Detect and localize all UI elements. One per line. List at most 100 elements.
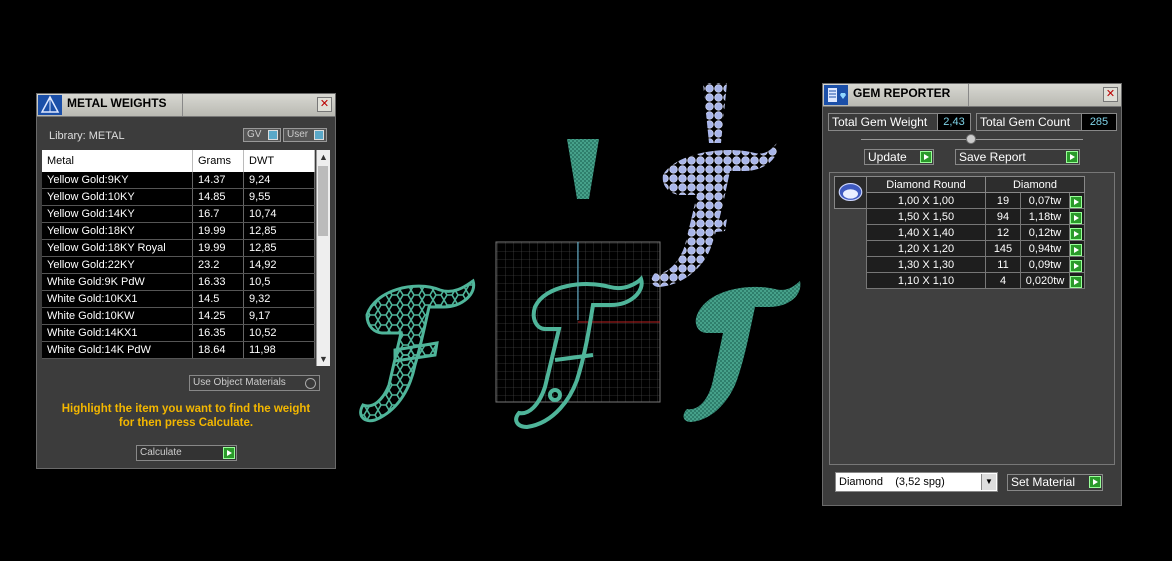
play-icon[interactable] (1070, 275, 1082, 288)
play-icon[interactable] (1089, 476, 1101, 488)
scrollbar-thumb[interactable] (318, 166, 328, 236)
metal-table: Metal Grams DWT Yellow Gold:9KY 14.37 9,24… (42, 150, 315, 359)
radio-icon[interactable] (305, 378, 316, 389)
metal-cell-metal: White Gold:9K PdW (42, 273, 193, 291)
gem-table-row[interactable]: 1,30 X 1,30 11 0,09tw (866, 256, 1085, 273)
metal-cell-dwt: 10,74 (243, 205, 315, 223)
gem-reporter-titlebar[interactable]: GEM REPORTER ✕ (823, 84, 1121, 107)
play-icon[interactable] (1070, 227, 1082, 240)
gem-cell-weight: 0,07tw (1020, 192, 1070, 209)
metal-weights-title: METAL WEIGHTS (67, 96, 167, 110)
gem-row-select-cell (1069, 192, 1085, 209)
scroll-up-icon[interactable]: ▲ (317, 150, 330, 164)
metal-table-row[interactable]: White Gold:14K PdW 18.64 11,98 (42, 341, 315, 359)
gem-cell-count: 11 (985, 256, 1021, 273)
metal-cell-dwt: 14,92 (243, 256, 315, 274)
gem-cell-size: 1,10 X 1,10 (866, 272, 986, 289)
play-icon[interactable] (1070, 195, 1082, 208)
play-icon[interactable] (1070, 243, 1082, 256)
metal-cell-grams: 16.33 (192, 273, 244, 291)
3d-viewport[interactable] (345, 75, 805, 435)
bail-pave-gems (703, 83, 727, 143)
gem-cell-weight: 0,12tw (1020, 224, 1070, 241)
gem-cell-count: 94 (985, 208, 1021, 225)
play-icon[interactable] (1070, 211, 1082, 224)
gem-cell-weight: 0,94tw (1020, 240, 1070, 257)
gem-table-row[interactable]: 1,00 X 1,00 19 0,07tw (866, 192, 1085, 209)
metal-weights-titlebar[interactable]: METAL WEIGHTS ✕ (37, 94, 335, 117)
metal-table-row[interactable]: Yellow Gold:18KY Royal 19.99 12,85 (42, 239, 315, 257)
set-material-label: Set Material (1011, 475, 1076, 489)
gem-table-row[interactable]: 1,50 X 1,50 94 1,18tw (866, 208, 1085, 225)
metal-table-row[interactable]: Yellow Gold:14KY 16.7 10,74 (42, 205, 315, 223)
col-diamond-round[interactable]: Diamond Round (866, 176, 986, 193)
metal-table-row[interactable]: Yellow Gold:9KY 14.37 9,24 (42, 172, 315, 189)
metal-table-row[interactable]: White Gold:10KW 14.25 9,17 (42, 307, 315, 325)
gem-cell-size: 1,20 X 1,20 (866, 240, 986, 257)
metal-cell-grams: 14.37 (192, 172, 244, 189)
pave-diamond-f-model (651, 143, 778, 287)
metal-cell-dwt: 11,98 (243, 341, 315, 359)
metal-cell-grams: 18.64 (192, 341, 244, 359)
metal-weights-close-icon[interactable]: ✕ (317, 97, 332, 112)
metal-cell-grams: 14.5 (192, 290, 244, 308)
metal-cell-metal: Yellow Gold:18KY Royal (42, 239, 193, 257)
instruction-line-1: Highlight the item you want to find the … (61, 403, 311, 415)
gem-reporter-close-icon[interactable]: ✕ (1103, 87, 1118, 102)
metal-table-row[interactable]: White Gold:10KX1 14.5 9,32 (42, 290, 315, 308)
bail-mesh-small (567, 139, 599, 199)
metal-cell-dwt: 9,24 (243, 172, 315, 189)
metal-cell-metal: Yellow Gold:22KY (42, 256, 193, 274)
scroll-down-icon[interactable]: ▼ (317, 352, 330, 366)
metal-cell-dwt: 12,85 (243, 222, 315, 240)
metal-table-row[interactable]: Yellow Gold:10KY 14.85 9,55 (42, 188, 315, 206)
gem-reporter-title: GEM REPORTER (853, 86, 951, 100)
dropdown-arrow-icon[interactable]: ▼ (981, 474, 996, 490)
gem-cell-size: 1,40 X 1,40 (866, 224, 986, 241)
play-icon[interactable] (1070, 259, 1082, 272)
play-icon[interactable] (223, 447, 235, 459)
metal-table-row[interactable]: Yellow Gold:18KY 19.99 12,85 (42, 222, 315, 240)
col-diamond[interactable]: Diamond (985, 176, 1085, 193)
total-gem-weight-label: Total Gem Weight (828, 113, 938, 131)
gem-table-row[interactable]: 1,40 X 1,40 12 0,12tw (866, 224, 1085, 241)
title-divider (968, 84, 969, 106)
col-metal[interactable]: Metal (42, 150, 193, 172)
metal-table-row[interactable]: Yellow Gold:22KY 23.2 14,92 (42, 256, 315, 274)
metal-cell-metal: Yellow Gold:18KY (42, 222, 193, 240)
library-label: Library: METAL (49, 130, 125, 142)
gv-toggle[interactable]: GV (243, 128, 281, 142)
metal-table-scrollbar[interactable]: ▲ ▼ (316, 150, 330, 366)
user-toggle-label: User (287, 129, 309, 140)
use-object-materials-option[interactable]: Use Object Materials (189, 375, 320, 391)
slider-thumb[interactable] (966, 134, 976, 144)
play-icon[interactable] (920, 151, 932, 163)
set-material-button[interactable]: Set Material (1007, 474, 1103, 491)
material-dropdown[interactable]: Diamond (3,52 spg) ▼ (835, 472, 998, 492)
material-selected: Diamond (3,52 spg) (839, 476, 945, 488)
user-toggle[interactable]: User (283, 128, 327, 142)
metal-cell-dwt: 9,55 (243, 188, 315, 206)
gem-cell-weight: 1,18tw (1020, 208, 1070, 225)
calculate-button[interactable]: Calculate (136, 445, 237, 461)
gem-table-row[interactable]: 1,10 X 1,10 4 0,020tw (866, 272, 1085, 289)
gem-cell-weight: 0,020tw (1020, 272, 1070, 289)
metal-weights-panel: METAL WEIGHTS ✕ Library: METAL GV User M… (36, 93, 336, 469)
metal-cell-grams: 16.35 (192, 324, 244, 342)
metal-cell-metal: White Gold:10KX1 (42, 290, 193, 308)
round-diamond-icon[interactable] (834, 176, 867, 209)
gem-cell-weight: 0,09tw (1020, 256, 1070, 273)
play-icon[interactable] (1066, 151, 1078, 163)
metal-table-header: Metal Grams DWT (42, 150, 315, 172)
gem-table-row[interactable]: 1,20 X 1,20 145 0,94tw (866, 240, 1085, 257)
col-dwt[interactable]: DWT (243, 150, 315, 172)
metal-table-row[interactable]: White Gold:9K PdW 16.33 10,5 (42, 273, 315, 291)
gem-cell-count: 145 (985, 240, 1021, 257)
metal-table-row[interactable]: White Gold:14KX1 16.35 10,52 (42, 324, 315, 342)
col-grams[interactable]: Grams (192, 150, 244, 172)
save-report-button[interactable]: Save Report (955, 149, 1080, 165)
gem-reporter-panel: GEM REPORTER ✕ Total Gem Weight 2,43 Tot… (822, 83, 1122, 506)
update-button[interactable]: Update (864, 149, 934, 165)
gem-row-select-cell (1069, 272, 1085, 289)
metal-cell-metal: Yellow Gold:14KY (42, 205, 193, 223)
